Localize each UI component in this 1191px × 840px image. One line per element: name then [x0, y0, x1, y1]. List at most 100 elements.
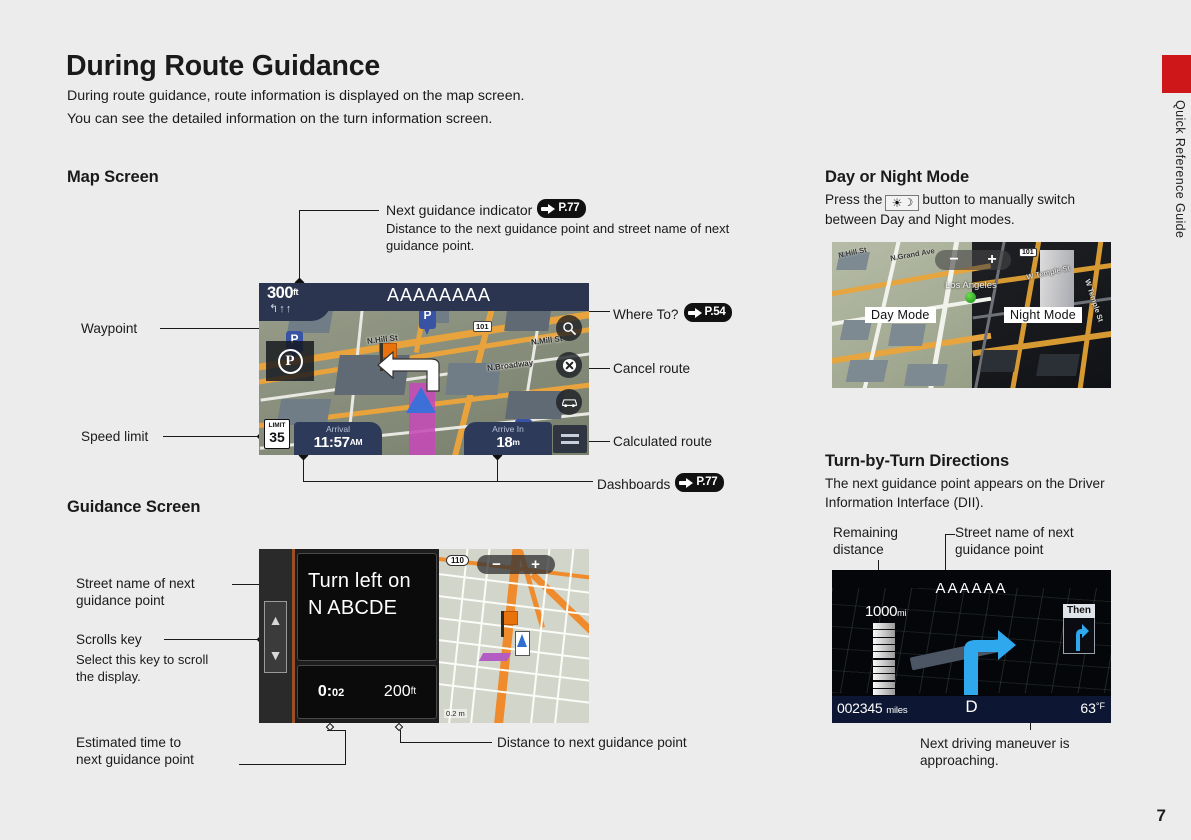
leader-line [497, 460, 499, 482]
menu-icon[interactable] [553, 425, 587, 453]
map-scale-label: 0.2 m [444, 709, 467, 718]
estimated-time-value: 0:02 [317, 683, 345, 700]
zoom-out-button[interactable]: − [949, 251, 958, 269]
page-ref-badge[interactable]: P.54 [683, 303, 733, 322]
guidance-accent-stripe [292, 549, 295, 723]
bar-segment [873, 666, 895, 674]
menu-bar [561, 441, 579, 444]
page-number: 7 [1156, 806, 1166, 825]
leader-line [327, 730, 346, 732]
zoom-controls[interactable]: − + [477, 555, 555, 574]
section-tab-marker [1162, 55, 1191, 93]
scrolls-key[interactable]: ▲ ▼ [264, 601, 287, 673]
speed-limit-sign: LIMIT 35 [264, 419, 290, 449]
callout-estimated-time: Estimated time to next guidance point [76, 735, 194, 767]
moon-icon: ☽ [903, 197, 914, 209]
zoom-controls[interactable]: − + [935, 250, 1011, 270]
page-ref-badge[interactable]: P.77 [675, 473, 725, 492]
car-glyph [561, 399, 577, 408]
map-route-shield: 110 [446, 555, 469, 566]
leader-line [345, 730, 347, 765]
leader-line [303, 460, 305, 482]
zoom-in-button[interactable]: + [987, 251, 996, 269]
callout-waypoint: Waypoint [81, 321, 138, 336]
route-segment [478, 653, 512, 661]
dashboard-arrival-label: Arrival [325, 424, 351, 434]
city-label: Los Angeles [945, 280, 997, 291]
leader-line [945, 534, 955, 536]
dii-remaining-distance: 1000mi [865, 603, 907, 620]
cancel-route-icon[interactable] [556, 352, 582, 378]
callout-dashboards: Dashboards P.77 [597, 473, 725, 493]
bar-segment [873, 644, 895, 652]
map-building [980, 350, 1018, 372]
map-building-tower [1040, 250, 1074, 308]
map-screen-display[interactable]: N.Hill St N.Mill St N.Broadway 101 P P P… [259, 283, 589, 455]
leader-line [299, 210, 301, 282]
callout-next-guidance-indicator: Next guidance indicator P.77 [386, 199, 587, 219]
turn-instruction-line-2: N ABCDE [308, 597, 398, 619]
dii-street-name: AAAAAA [935, 580, 1008, 597]
callout-next-guidance-desc: Distance to the next guidance point and … [386, 221, 730, 253]
leader-line [164, 639, 261, 641]
callout-distance-next: Distance to next guidance point [497, 735, 687, 750]
leader-dot [394, 722, 404, 732]
next-distance-value: 300 [267, 284, 294, 302]
search-glyph [562, 321, 576, 335]
dii-then-label: Then [1063, 604, 1095, 618]
bar-segment [873, 652, 895, 659]
leader-line [299, 210, 379, 212]
dashboard-arrive-in-label: Arrive In [492, 424, 524, 434]
callout-next-guidance-label: Next guidance indicator [386, 202, 533, 218]
callout-dashboards-label: Dashboards [597, 477, 671, 492]
dashboard-arrive-in[interactable]: Arrive In 18m [464, 422, 552, 455]
dii-temperature: 63°F [1080, 700, 1105, 716]
callout-street-name-next: Street name of next guidance point [76, 576, 195, 608]
dii-turn-arrow-icon [964, 630, 1016, 695]
close-glyph [562, 358, 576, 372]
bar-segment [873, 630, 895, 637]
parking-info-badge[interactable]: P [266, 341, 314, 381]
next-street-name: AAAAAAAA [386, 285, 492, 305]
map-building [904, 364, 948, 386]
vehicle-position-icon [406, 387, 436, 413]
scroll-down-icon[interactable]: ▼ [269, 647, 283, 663]
dii-distance-bar [873, 623, 895, 695]
turn-by-turn-heading: Turn-by-Turn Directions [825, 452, 1010, 470]
day-night-heading: Day or Night Mode [825, 168, 970, 186]
next-distance-unit: ft [293, 287, 299, 297]
callout-cancel-route: Cancel route [613, 361, 691, 376]
dii-then-arrow-icon [1076, 624, 1089, 651]
scroll-up-icon[interactable]: ▲ [269, 612, 283, 628]
map-screen-heading: Map Screen [67, 168, 159, 186]
callout-where-to-label: Where To? [613, 307, 679, 322]
bar-segment [873, 674, 895, 681]
flag-pole [501, 611, 504, 637]
driver-information-interface: AAAAAA 1000mi Then 002345 miles D 63°F [832, 570, 1111, 723]
intro-line-2: You can see the detailed information on … [67, 111, 493, 127]
guidance-screen-heading: Guidance Screen [67, 498, 201, 516]
day-mode-label: Day Mode [865, 307, 936, 323]
leader-line [239, 764, 346, 766]
current-position-dot [965, 292, 976, 303]
zoom-in-button[interactable]: + [531, 556, 540, 573]
guidance-screen-display[interactable]: ▲ ▼ Turn left on N ABCDE 0:02 200ft 110 … [259, 549, 589, 723]
dii-status-bar: 002345 miles D 63°F [832, 696, 1111, 723]
guidance-mini-map[interactable]: 110 0.2 m [439, 549, 589, 723]
callout-remaining-distance: Remaining distance [833, 525, 898, 557]
callout-scrolls-key-desc: Select this key to scroll the display. [76, 652, 209, 684]
turn-instruction-line-1: Turn left on [308, 570, 411, 592]
page-ref-badge[interactable]: P.77 [537, 199, 587, 218]
intro-line-1: During route guidance, route information… [67, 88, 525, 104]
page-title: During Route Guidance [66, 50, 381, 82]
day-night-button-icon[interactable]: ☀ ☽ [885, 195, 920, 211]
dashboard-arrival[interactable]: Arrival 11:57AM [294, 422, 382, 455]
parking-icon: P [277, 348, 303, 374]
zoom-out-button[interactable]: − [492, 556, 501, 573]
dii-gear-indicator: D [965, 697, 978, 716]
callout-calculated-route: Calculated route [613, 434, 712, 449]
callout-where-to: Where To? P.54 [613, 303, 733, 323]
car-icon[interactable] [556, 389, 582, 415]
map-building [888, 324, 926, 346]
search-icon[interactable] [556, 315, 582, 341]
